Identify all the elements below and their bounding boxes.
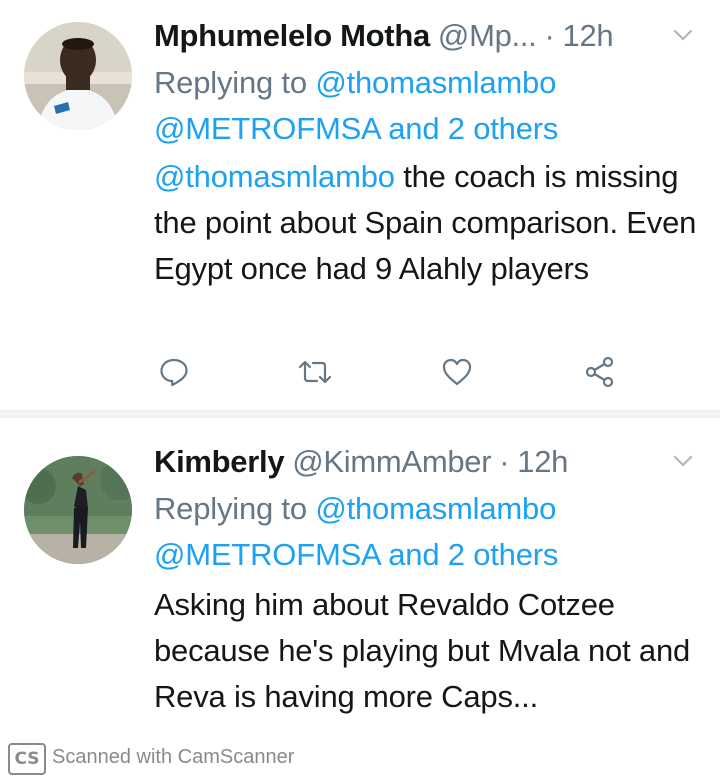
tweet-header: Kimberly @KimmAmber · 12h — [154, 440, 696, 484]
tweet-text: @thomasmlambo the coach is missing the p… — [154, 154, 700, 292]
separator-dot: · — [499, 444, 510, 479]
timestamp[interactable]: 12h — [563, 18, 614, 54]
tweet-header: Mphumelelo Motha @Mp... · 12h — [154, 14, 696, 58]
chevron-down-icon[interactable] — [670, 20, 696, 46]
tweet-divider — [0, 410, 720, 418]
mention-link[interactable]: @thomasmlambo — [154, 159, 395, 194]
chevron-down-icon[interactable] — [670, 446, 696, 472]
mention-link[interactable]: @METROFMSA — [154, 537, 380, 572]
tweet-2[interactable]: Kimberly @KimmAmber · 12h Replying to @t… — [0, 418, 720, 743]
separator-dot: · — [544, 18, 555, 53]
retweet-icon[interactable] — [295, 352, 335, 392]
watermark-text: Scanned with CamScanner — [52, 746, 295, 768]
author-name[interactable]: Mphumelelo Motha — [154, 18, 430, 54]
scanner-watermark: CS Scanned with CamScanner — [0, 735, 720, 783]
replying-to-label: Replying to — [154, 65, 307, 100]
avatar[interactable] — [24, 22, 132, 130]
author-name[interactable]: Kimberly — [154, 444, 285, 480]
tweet-body: Asking him about Revaldo Cotzee because … — [154, 587, 691, 714]
timestamp[interactable]: 12h — [517, 444, 568, 480]
others-link[interactable]: and 2 others — [388, 537, 558, 572]
replying-to: Replying to @thomasmlambo @METROFMSA and… — [154, 60, 700, 152]
mention-link[interactable]: @thomasmlambo — [315, 491, 556, 526]
replying-to-label: Replying to — [154, 491, 307, 526]
tweet-text: Asking him about Revaldo Cotzee because … — [154, 582, 700, 720]
replying-to: Replying to @thomasmlambo @METROFMSA and… — [154, 486, 700, 578]
reply-icon[interactable] — [154, 352, 194, 392]
others-link[interactable]: and 2 others — [388, 111, 558, 146]
author-handle[interactable]: @Mp... — [438, 18, 537, 54]
mention-link[interactable]: @METROFMSA — [154, 111, 380, 146]
like-icon[interactable] — [437, 352, 477, 392]
mention-link[interactable]: @thomasmlambo — [315, 65, 556, 100]
tweet-1[interactable]: Mphumelelo Motha @Mp... · 12h Replying t… — [0, 0, 720, 410]
author-handle[interactable]: @KimmAmber — [292, 444, 491, 480]
share-icon[interactable] — [580, 352, 620, 392]
avatar[interactable] — [24, 456, 132, 564]
action-bar — [154, 352, 624, 396]
camscanner-logo: CS — [8, 743, 46, 775]
